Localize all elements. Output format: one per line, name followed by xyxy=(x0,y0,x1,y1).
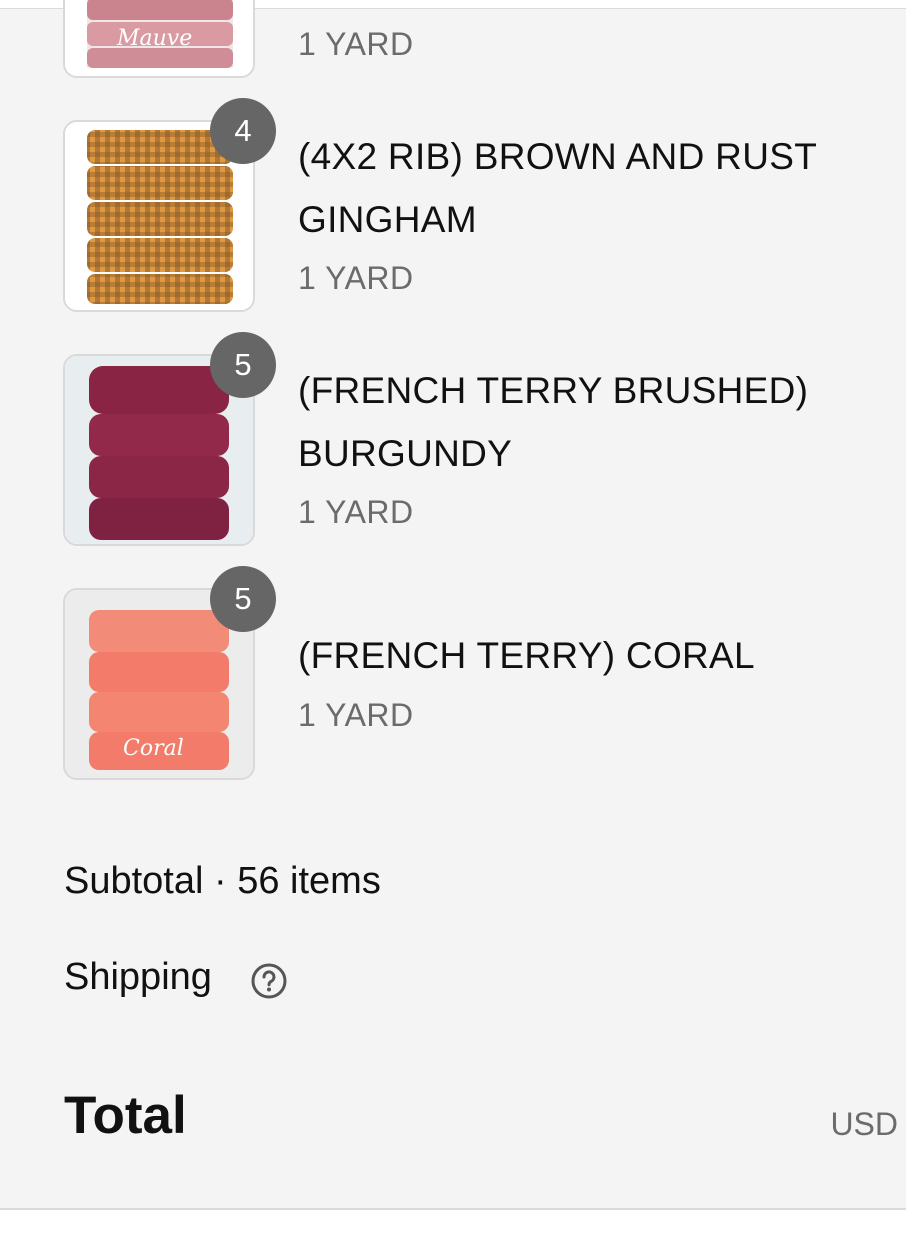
quantity-badge: 5 xyxy=(210,332,276,398)
line-item-title: (FRENCH TERRY BRUSHED) BURGUNDY xyxy=(298,370,809,474)
currency-code: USD xyxy=(830,1106,898,1142)
line-item-title: (FRENCH TERRY) CORAL xyxy=(298,635,755,676)
line-item-variant: 1 YARD xyxy=(298,260,414,296)
bottom-divider xyxy=(0,1208,906,1210)
shipping-label: Shipping xyxy=(64,956,212,998)
coral-image-label: Coral xyxy=(123,736,184,761)
line-item-variant: 1 YARD xyxy=(298,494,414,530)
line-item-variant: 1 YARD xyxy=(298,26,414,62)
mauve-image-label: Mauve xyxy=(116,26,192,51)
subtotal-label: Subtotal · 56 items xyxy=(64,860,381,902)
quantity-badge: 4 xyxy=(210,98,276,164)
question-circle-icon[interactable] xyxy=(250,962,288,1000)
product-image-mauve: Mauve xyxy=(63,0,255,78)
line-item-variant: 1 YARD xyxy=(298,697,414,733)
quantity-badge: 5 xyxy=(210,566,276,632)
total-label: Total xyxy=(64,1086,187,1145)
line-item-title: (4X2 RIB) BROWN AND RUST GINGHAM xyxy=(298,136,817,240)
